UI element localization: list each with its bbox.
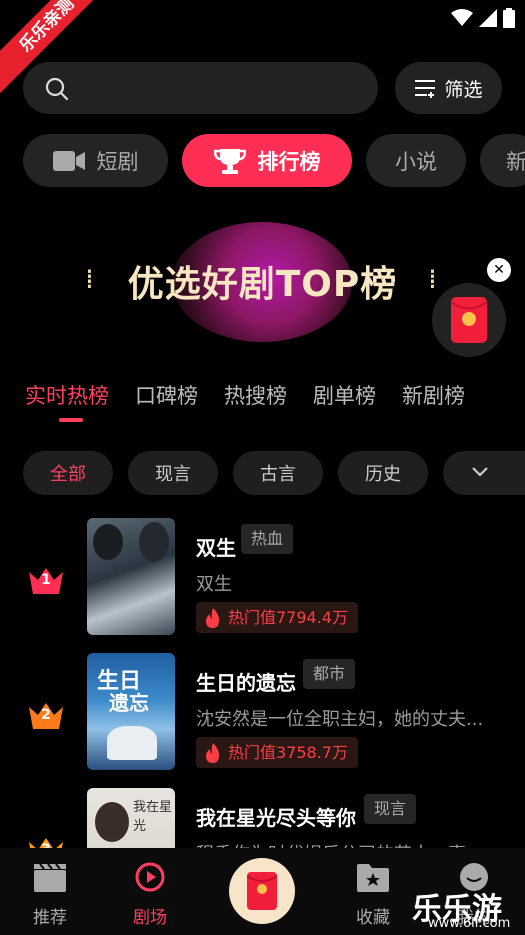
genre-chip-modern[interactable]: 现言 [128,451,218,495]
ranking-list: 1 双生 热血 双生 热门值7794.4万 2 生日 遗忘 生日的遗忘 都市 沈… [0,510,525,850]
fire-icon [206,742,219,763]
hot-value-badge: 热门值3758.7万 [196,737,358,768]
close-icon[interactable]: ✕ [487,258,511,282]
genre-tag: 现言 [364,794,417,824]
chevron-down-icon [472,467,488,477]
rank-tab-hot-search[interactable]: 热搜榜 [224,380,287,410]
drama-description: 双生 [196,574,232,595]
status-icons [451,8,515,28]
hot-value: 热门值7794.4万 [228,608,348,627]
nav-label: 推荐 [33,908,67,928]
search-icon [45,77,69,101]
rank-badge: 2 [27,699,65,733]
drama-title: 生日的遗忘 [196,671,296,695]
filter-icon [415,80,436,98]
clapperboard-icon [34,863,66,892]
filter-button[interactable]: 筛选 [395,62,502,114]
battery-icon [503,8,515,28]
rank-tab-new[interactable]: 新剧榜 [402,380,465,410]
tab-new[interactable]: 新 [480,134,525,187]
rank-number: 2 [41,707,51,723]
drama-cover[interactable]: 我在星光 [87,788,175,850]
nav-label: 收藏 [356,908,390,928]
wifi-icon [451,9,473,26]
search-input[interactable] [83,62,363,114]
tab-ranking[interactable]: 排行榜 [182,134,352,187]
center-red-packet-button[interactable] [229,858,295,924]
list-item[interactable]: 2 生日 遗忘 生日的遗忘 都市 沈安然是一位全职主妇，她的丈夫... 热门值3… [0,645,525,770]
tab-label: 新 [506,149,525,174]
signal-icon [479,9,497,27]
play-circle-icon [135,862,165,892]
genre-tag: 热血 [241,524,294,554]
genre-chip-ancient[interactable]: 古言 [233,451,323,495]
hot-value: 热门值3758.7万 [228,743,348,762]
tab-novel[interactable]: 小说 [366,134,466,187]
genre-tag: 都市 [303,659,356,689]
rank-number: 1 [41,572,51,588]
drama-title: 我在星光尽头等你 [196,806,356,830]
rank-tab-playlist[interactable]: 剧单榜 [313,380,376,410]
rank-tab-realtime[interactable]: 实时热榜 [25,380,109,410]
list-item[interactable]: 3 我在星光 我在星光尽头等你 现言 程香作为时代娱乐公司的艺人，喜 [0,780,525,850]
nav-theater[interactable]: 剧场 [120,862,180,928]
fire-icon [206,607,219,628]
watermark-url: www.6ll.com [428,916,511,931]
trophy-icon [213,148,246,174]
folder-star-icon [357,864,389,892]
nav-label: 剧场 [133,908,167,928]
drama-cover[interactable]: 生日 遗忘 [87,653,175,770]
drama-cover[interactable] [87,518,175,635]
rank-badge: 1 [27,564,65,598]
search-bar[interactable] [23,62,378,114]
tab-label: 短剧 [96,149,139,174]
video-camera-icon [52,150,85,171]
drama-title: 双生 [196,536,236,560]
rank-tab-bar: 实时热榜 口碑榜 热搜榜 剧单榜 新剧榜 [25,380,491,410]
red-packet-icon [451,297,487,343]
genre-chip-all[interactable]: 全部 [23,451,113,495]
tab-label: 排行榜 [257,149,321,174]
active-tab-indicator [59,418,83,422]
genre-expand-button[interactable] [443,451,525,495]
floating-red-packet[interactable] [432,283,506,357]
filter-label: 筛选 [444,78,483,101]
list-item[interactable]: 1 双生 热血 双生 热门值7794.4万 [0,510,525,635]
genre-chip-history[interactable]: 历史 [338,451,428,495]
nav-favorites[interactable]: 收藏 [343,862,403,928]
laurel-right-icon: ⁞ [428,262,437,295]
red-packet-icon [247,872,277,910]
tab-short-drama[interactable]: 短剧 [23,134,168,187]
drama-description: 沈安然是一位全职主妇，她的丈夫... [196,709,484,730]
status-bar: 乐乐亲测 [0,0,525,96]
tab-label: 小说 [395,149,437,174]
rank-tab-reputation[interactable]: 口碑榜 [135,380,198,410]
nav-recommend[interactable]: 推荐 [20,862,80,928]
hot-value-badge: 热门值7794.4万 [196,602,358,633]
